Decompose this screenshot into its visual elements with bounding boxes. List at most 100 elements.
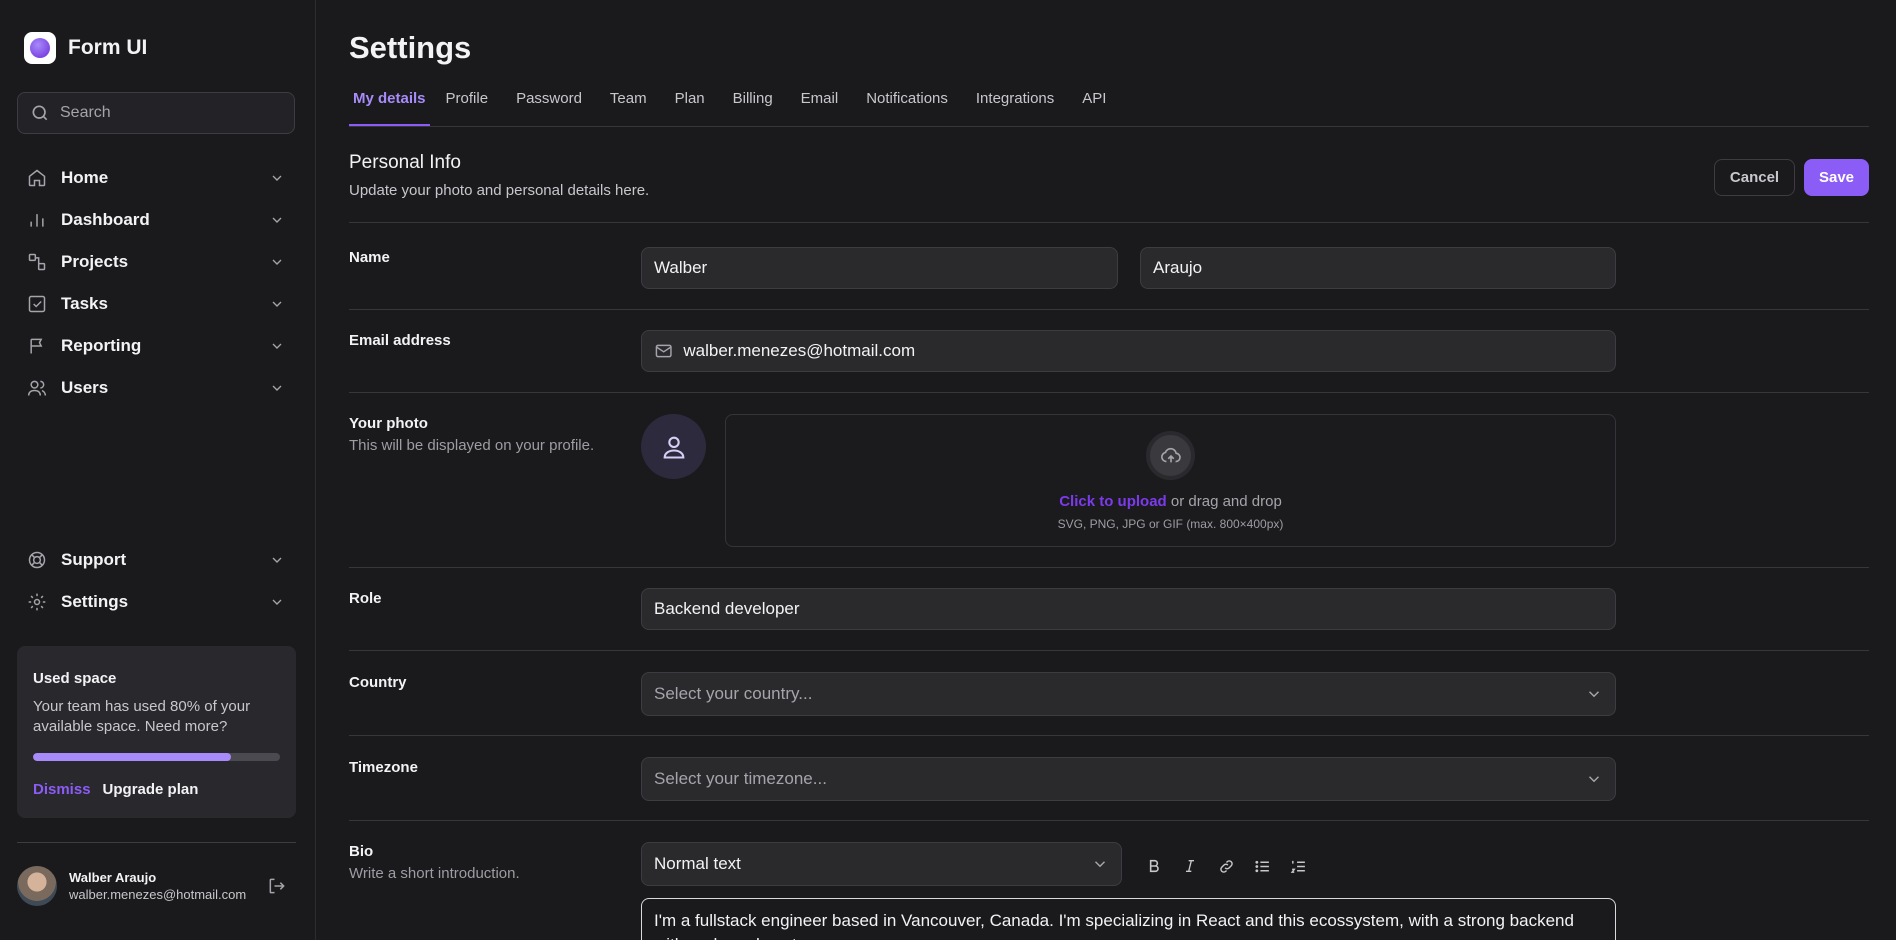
nav-item-reporting[interactable]: Reporting <box>17 325 295 367</box>
nav-item-projects[interactable]: Projects <box>17 241 295 283</box>
search-box[interactable] <box>17 92 295 134</box>
home-icon <box>28 169 46 187</box>
bullet-list-button[interactable] <box>1250 854 1274 878</box>
search-input[interactable] <box>60 104 280 122</box>
user-icon <box>663 436 684 459</box>
section-subtitle: Update your photo and personal details h… <box>349 182 650 199</box>
first-name-input[interactable] <box>654 258 1105 278</box>
nav-label-settings: Settings <box>61 592 129 611</box>
last-name-field[interactable] <box>1140 247 1616 289</box>
upload-rest-text: or drag and drop <box>1166 493 1282 510</box>
divider <box>349 222 1869 223</box>
nav-item-tasks[interactable]: Tasks <box>17 283 295 325</box>
tab-password[interactable]: Password <box>512 86 594 126</box>
italic-button[interactable] <box>1178 854 1202 878</box>
used-space-text: Your team has used 80% of your available… <box>33 698 251 735</box>
click-to-upload-link[interactable]: Click to upload <box>1059 493 1167 510</box>
upgrade-plan-button[interactable]: Upgrade plan <box>103 781 199 798</box>
divider <box>349 392 1869 393</box>
check-square-icon <box>28 295 46 313</box>
nav-label-projects: Projects <box>61 252 129 271</box>
cancel-button[interactable]: Cancel <box>1714 159 1795 196</box>
timezone-select[interactable]: Select your timezone... <box>641 757 1616 801</box>
logout-button[interactable] <box>267 876 287 901</box>
photo-label: Your photo <box>349 415 428 432</box>
user-email: walber.menezes@hotmail.com <box>69 887 247 902</box>
main-nav: Home Dashboard Projects Tasks Reporting … <box>17 157 295 409</box>
page-title: Settings <box>349 30 472 65</box>
upload-text: Click to upload or drag and drop <box>726 493 1615 510</box>
bold-button[interactable] <box>1142 854 1166 878</box>
sidebar: Form UI Home Dashboard Projects Tasks <box>0 0 316 940</box>
divider <box>349 567 1869 568</box>
tab-team[interactable]: Team <box>606 86 659 126</box>
role-input[interactable] <box>654 599 1603 619</box>
tab-integrations[interactable]: Integrations <box>972 86 1066 126</box>
last-name-input[interactable] <box>1153 258 1603 278</box>
upload-hint: SVG, PNG, JPG or GIF (max. 800×400px) <box>1057 517 1284 531</box>
timezone-label: Timezone <box>349 759 418 776</box>
used-space-progress <box>33 753 280 761</box>
used-space-progress-fill <box>33 753 231 761</box>
nav-label-dashboard: Dashboard <box>61 210 150 229</box>
main-content: Settings My details Profile Password Tea… <box>349 0 1869 940</box>
tab-billing[interactable]: Billing <box>729 86 785 126</box>
tab-email[interactable]: Email <box>797 86 851 126</box>
nav-item-home[interactable]: Home <box>17 157 295 199</box>
bio-subtitle: Write a short introduction. <box>349 865 520 882</box>
tab-api[interactable]: API <box>1078 86 1118 126</box>
chevron-down-icon <box>272 259 282 265</box>
upload-dropzone[interactable]: Click to upload or drag and drop SVG, PN… <box>725 414 1616 547</box>
numbered-list-button[interactable] <box>1286 854 1310 878</box>
country-select[interactable]: Select your country... <box>641 672 1616 716</box>
bullet-list-icon <box>1254 860 1269 872</box>
used-space-card: Used space Your team has used 80% of you… <box>17 646 296 818</box>
tab-my-details[interactable]: My details <box>349 86 430 126</box>
settings-tabs: My details Profile Password Team Plan Bi… <box>349 86 1869 127</box>
text-format-select[interactable]: Normal text <box>641 842 1122 886</box>
nav-label-support: Support <box>61 550 127 569</box>
chevron-down-icon <box>1094 861 1106 868</box>
gear-icon <box>28 593 46 611</box>
bio-textarea[interactable]: I'm a fullstack engineer based in Vancou… <box>641 898 1616 940</box>
lifebuoy-icon <box>28 551 46 569</box>
divider <box>349 820 1869 821</box>
nav-label-reporting: Reporting <box>61 336 142 355</box>
country-label: Country <box>349 674 407 691</box>
nav-item-support[interactable]: Support <box>17 539 295 581</box>
nav-label-tasks: Tasks <box>61 294 108 313</box>
tab-notifications[interactable]: Notifications <box>862 86 960 126</box>
bold-icon <box>1149 859 1159 873</box>
tab-profile[interactable]: Profile <box>442 86 501 126</box>
email-field[interactable] <box>641 330 1616 372</box>
nav-item-dashboard[interactable]: Dashboard <box>17 199 295 241</box>
users-icon <box>27 380 47 396</box>
chevron-down-icon <box>272 301 282 307</box>
email-input[interactable] <box>683 341 1603 361</box>
save-button[interactable]: Save <box>1804 159 1869 196</box>
dismiss-button[interactable]: Dismiss <box>33 781 91 798</box>
divider <box>349 309 1869 310</box>
role-field[interactable] <box>641 588 1616 630</box>
first-name-field[interactable] <box>641 247 1118 289</box>
brand[interactable]: Form UI <box>24 32 147 64</box>
link-button[interactable] <box>1214 854 1238 878</box>
mail-icon <box>655 344 672 358</box>
email-label: Email address <box>349 332 451 349</box>
link-icon <box>1219 859 1233 873</box>
tab-plan[interactable]: Plan <box>671 86 717 126</box>
numbered-list-icon <box>1290 860 1305 873</box>
upload-cloud-icon <box>1146 431 1195 480</box>
nav-label-users: Users <box>61 378 109 397</box>
italic-icon <box>1186 860 1194 872</box>
sidebar-divider <box>17 842 296 843</box>
nav-item-users[interactable]: Users <box>17 367 295 409</box>
nav-item-settings[interactable]: Settings <box>17 581 295 623</box>
timezone-placeholder: Select your timezone... <box>654 769 827 788</box>
search-icon <box>32 105 48 121</box>
photo-subtitle: This will be displayed on your profile. <box>349 437 595 454</box>
text-format-value: Normal text <box>654 854 741 873</box>
photo-avatar <box>641 414 706 479</box>
user-profile[interactable]: Walber Araujo walber.menezes@hotmail.com <box>17 866 246 906</box>
bar-chart-icon <box>30 214 44 227</box>
